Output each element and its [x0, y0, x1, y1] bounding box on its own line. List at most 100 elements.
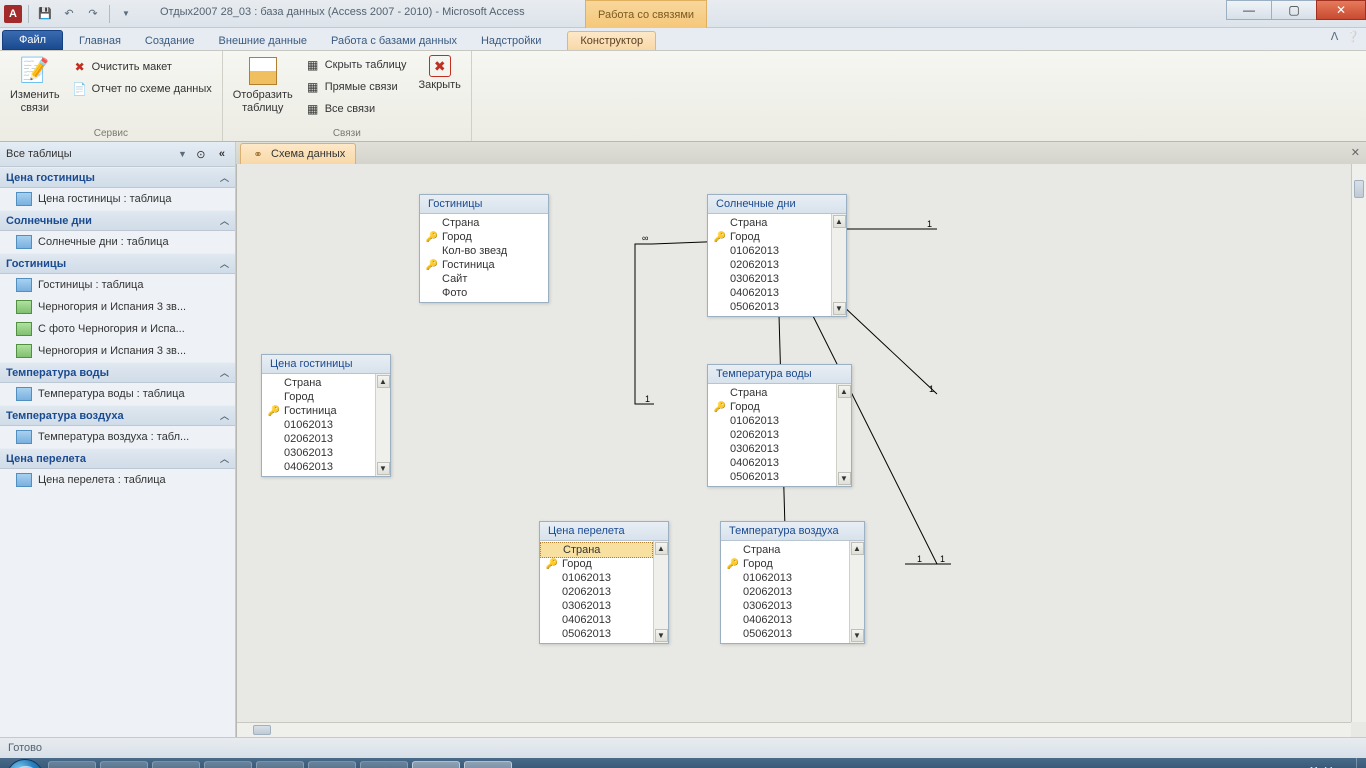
nav-dropdown-icon[interactable]: ▼ [178, 149, 187, 159]
table-field[interactable]: 05062013 [708, 470, 836, 484]
nav-item[interactable]: Температура воды : таблица [0, 383, 235, 405]
canvas-scrollbar-horizontal[interactable] [237, 722, 1351, 737]
table-field[interactable]: 03062013 [708, 442, 836, 456]
table-box-price_hotel[interactable]: Цена гостиницыСтранаГород🔑Гостиница01062… [261, 354, 391, 477]
table-field[interactable]: 03062013 [540, 599, 653, 613]
table-title[interactable]: Солнечные дни [708, 195, 846, 214]
table-field[interactable]: Страна [420, 216, 548, 230]
nav-search-icon[interactable]: ⊙ [193, 146, 209, 162]
table-field[interactable]: Город [262, 390, 375, 404]
nav-item[interactable]: С фото Черногория и Испа... [0, 318, 235, 340]
nav-collapse-icon[interactable]: « [215, 148, 229, 160]
table-field[interactable]: 01062013 [540, 571, 653, 585]
minimize-ribbon-icon[interactable]: ᐱ [1331, 30, 1339, 43]
table-box-hotels[interactable]: ГостиницыСтрана🔑ГородКол-во звезд🔑Гостин… [419, 194, 549, 303]
all-links-button[interactable]: ▦Все связи [301, 99, 411, 119]
tab-addins[interactable]: Надстройки [469, 32, 553, 50]
taskbar-messenger[interactable]: 👥 [256, 761, 304, 768]
nav-group-header[interactable]: Цена перелета︿ [0, 448, 235, 469]
scroll-up-icon[interactable]: ▲ [851, 542, 864, 555]
table-title[interactable]: Температура воздуха [721, 522, 864, 541]
taskbar-word[interactable]: W [464, 761, 512, 768]
table-box-water[interactable]: Температура водыСтрана🔑Город010620130206… [707, 364, 852, 487]
table-field[interactable]: 02062013 [721, 585, 849, 599]
table-field[interactable]: 🔑Город [721, 557, 849, 571]
maximize-button[interactable]: ▢ [1271, 0, 1317, 20]
table-field[interactable]: 04062013 [721, 613, 849, 627]
document-tab-schema[interactable]: ⚭ Схема данных [240, 143, 356, 164]
nav-group-header[interactable]: Гостиницы︿ [0, 253, 235, 274]
nav-header[interactable]: Все таблицы ▼ ⊙ « [0, 142, 235, 167]
nav-group-header[interactable]: Солнечные дни︿ [0, 210, 235, 231]
direct-links-button[interactable]: ▦Прямые связи [301, 77, 411, 97]
nav-item[interactable]: Черногория и Испания 3 зв... [0, 296, 235, 318]
taskbar-movie[interactable]: 🎬 [204, 761, 252, 768]
clear-layout-button[interactable]: ✖Очистить макет [68, 57, 216, 77]
table-field[interactable]: 01062013 [262, 418, 375, 432]
table-field[interactable]: 04062013 [540, 613, 653, 627]
relations-report-button[interactable]: 📄Отчет по схеме данных [68, 79, 216, 99]
table-field[interactable]: 04062013 [708, 456, 836, 470]
table-field[interactable]: Страна [721, 543, 849, 557]
table-field[interactable]: 🔑Гостиница [262, 404, 375, 418]
scroll-down-icon[interactable]: ▼ [833, 302, 846, 315]
scroll-down-icon[interactable]: ▼ [377, 462, 390, 475]
nav-group-header[interactable]: Цена гостиницы︿ [0, 167, 235, 188]
table-field[interactable]: 03062013 [708, 272, 831, 286]
table-title[interactable]: Цена гостиницы [262, 355, 390, 374]
table-box-flight[interactable]: Цена перелетаСтрана🔑Город010620130206201… [539, 521, 669, 644]
table-field[interactable]: 🔑Город [708, 400, 836, 414]
canvas-scrollbar-vertical[interactable] [1351, 164, 1366, 722]
table-field[interactable]: Кол-во звезд [420, 244, 548, 258]
nav-item[interactable]: Черногория и Испания 3 зв... [0, 340, 235, 362]
qat-dropdown-icon[interactable]: ▼ [116, 4, 136, 24]
tab-design[interactable]: Конструктор [567, 31, 656, 50]
table-field[interactable]: 05062013 [540, 627, 653, 641]
table-field[interactable]: 🔑Гостиница [420, 258, 548, 272]
nav-group-header[interactable]: Температура воздуха︿ [0, 405, 235, 426]
nav-item[interactable]: Цена гостиницы : таблица [0, 188, 235, 210]
hide-table-button[interactable]: ▦Скрыть таблицу [301, 55, 411, 75]
start-button[interactable] [6, 759, 44, 768]
table-box-air[interactable]: Температура воздухаСтрана🔑Город010620130… [720, 521, 865, 644]
table-field[interactable]: 01062013 [708, 414, 836, 428]
table-scrollbar[interactable]: ▲▼ [831, 214, 846, 316]
taskbar-media[interactable]: ▶ [152, 761, 200, 768]
redo-icon[interactable]: ↷ [83, 4, 103, 24]
table-field[interactable]: 04062013 [708, 286, 831, 300]
table-field[interactable]: 🔑Город [540, 557, 653, 571]
taskbar-sound[interactable]: 🔊 [360, 761, 408, 768]
table-field[interactable]: 01062013 [708, 244, 831, 258]
table-box-sunny[interactable]: Солнечные дниСтрана🔑Город010620130206201… [707, 194, 847, 317]
nav-item[interactable]: Солнечные дни : таблица [0, 231, 235, 253]
table-field[interactable]: 05062013 [721, 627, 849, 641]
close-relations-button[interactable]: ✖ Закрыть [415, 53, 465, 94]
taskbar-ie[interactable]: 🌐 [48, 761, 96, 768]
scroll-up-icon[interactable]: ▲ [377, 375, 390, 388]
table-field[interactable]: 02062013 [540, 585, 653, 599]
document-close-icon[interactable]: ✕ [1351, 146, 1360, 159]
tab-home[interactable]: Главная [67, 32, 133, 50]
table-field[interactable]: 04062013 [262, 460, 375, 474]
table-field[interactable]: Страна [708, 216, 831, 230]
scroll-up-icon[interactable]: ▲ [655, 542, 668, 555]
taskbar-access[interactable]: A [412, 761, 460, 768]
table-field[interactable]: 03062013 [262, 446, 375, 460]
close-button[interactable]: ✕ [1316, 0, 1366, 20]
scroll-up-icon[interactable]: ▲ [833, 215, 846, 228]
table-field[interactable]: 03062013 [721, 599, 849, 613]
undo-icon[interactable]: ↶ [59, 4, 79, 24]
table-scrollbar[interactable]: ▲▼ [375, 374, 390, 476]
minimize-button[interactable]: — [1226, 0, 1272, 20]
table-scrollbar[interactable]: ▲▼ [653, 541, 668, 643]
table-scrollbar[interactable]: ▲▼ [849, 541, 864, 643]
table-field[interactable]: 02062013 [262, 432, 375, 446]
table-field[interactable]: 05062013 [708, 300, 831, 314]
table-field[interactable]: Страна [540, 542, 653, 558]
taskbar-explorer[interactable]: 📁 [100, 761, 148, 768]
save-icon[interactable]: 💾 [35, 4, 55, 24]
tab-database[interactable]: Работа с базами данных [319, 32, 469, 50]
tab-create[interactable]: Создание [133, 32, 207, 50]
table-field[interactable]: 🔑Город [708, 230, 831, 244]
nav-item[interactable]: Температура воздуха : табл... [0, 426, 235, 448]
